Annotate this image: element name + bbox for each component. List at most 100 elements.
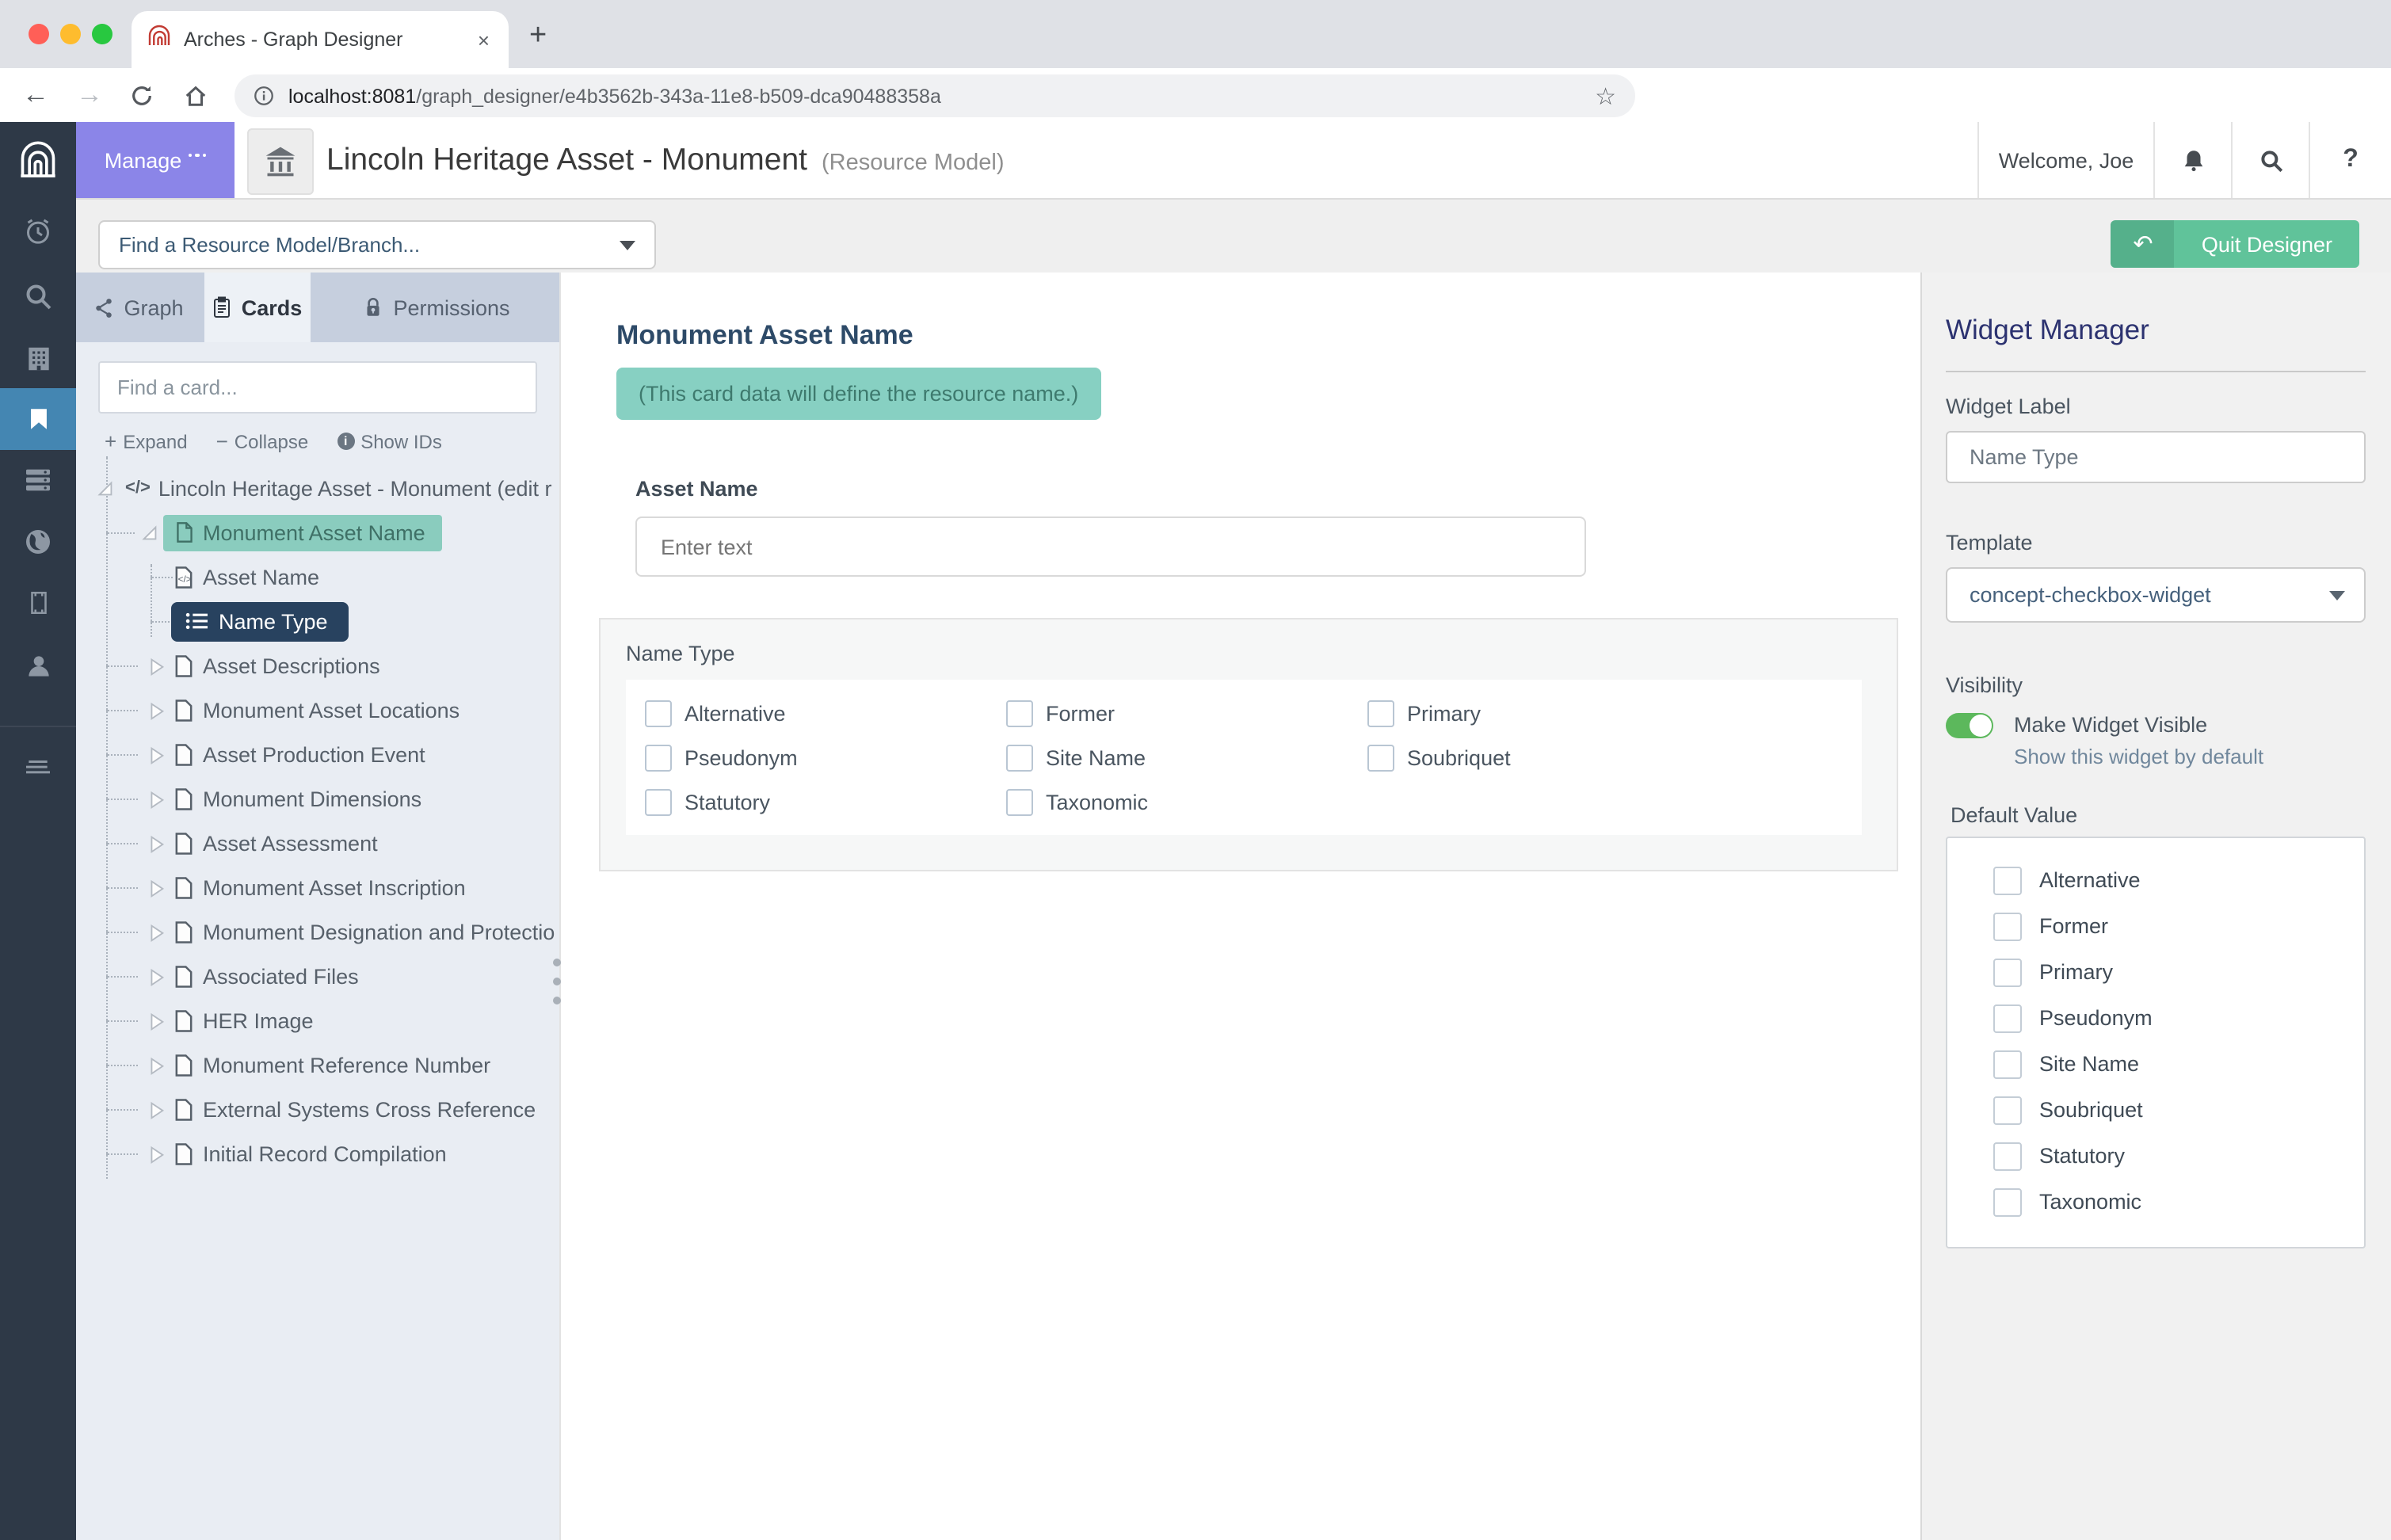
tab-graph[interactable]: Graph xyxy=(76,273,201,342)
tree-node-selected-widget[interactable]: Name Type xyxy=(76,599,559,643)
option-checkbox[interactable]: Taxonomic xyxy=(1006,789,1367,816)
checkbox-icon[interactable] xyxy=(1993,912,2022,940)
checkbox-icon[interactable] xyxy=(1993,1187,2022,1216)
option-checkbox[interactable]: Former xyxy=(1006,700,1367,727)
graph-designer-bookmark-icon[interactable] xyxy=(0,388,76,448)
tab-cards[interactable]: Cards xyxy=(204,273,311,342)
option-checkbox[interactable]: Primary xyxy=(1367,700,1862,727)
tree-node-card[interactable]: HER Image xyxy=(76,998,559,1043)
option-checkbox[interactable]: Soubriquet xyxy=(1367,745,1862,772)
checkbox-icon[interactable] xyxy=(1006,789,1033,816)
checkbox-icon[interactable] xyxy=(1993,1142,2022,1170)
globe-nav-icon[interactable] xyxy=(0,512,76,572)
default-option-checkbox[interactable]: Former xyxy=(1993,903,2364,949)
search-nav-icon[interactable] xyxy=(0,266,76,326)
option-checkbox[interactable]: Statutory xyxy=(645,789,1006,816)
notifications-button[interactable] xyxy=(2153,122,2231,198)
checkbox-icon[interactable] xyxy=(1993,1050,2022,1078)
expander-collapsed-icon[interactable] xyxy=(146,966,166,986)
arches-logo-icon[interactable] xyxy=(0,130,76,190)
search-button[interactable] xyxy=(2231,122,2309,198)
expander-collapsed-icon[interactable] xyxy=(146,788,166,809)
widget-label-input[interactable]: Name Type xyxy=(1946,431,2366,483)
template-select[interactable]: concept-checkbox-widget xyxy=(1946,567,2366,623)
back-icon[interactable]: ← xyxy=(22,68,49,122)
expander-collapsed-icon[interactable] xyxy=(146,877,166,898)
expander-collapsed-icon[interactable] xyxy=(146,1010,166,1031)
default-option-checkbox[interactable]: Primary xyxy=(1993,949,2364,995)
tree-node-asset-name[interactable]: </> Asset Name xyxy=(76,555,559,599)
checkbox-icon[interactable] xyxy=(1993,958,2022,986)
menu-lines-icon[interactable] xyxy=(0,738,76,799)
option-checkbox[interactable]: Alternative xyxy=(645,700,1006,727)
expander-collapsed-icon[interactable] xyxy=(146,699,166,720)
default-option-checkbox[interactable]: Taxonomic xyxy=(1993,1179,2364,1225)
recent-activity-icon[interactable] xyxy=(0,201,76,261)
tree-node-card[interactable]: Associated Files xyxy=(76,954,559,998)
quit-designer-button[interactable]: ↶ Quit Designer xyxy=(2111,220,2359,268)
tree-node-card[interactable]: Monument Asset Inscription xyxy=(76,865,559,909)
visibility-toggle[interactable] xyxy=(1946,713,1993,738)
expander-collapsed-icon[interactable] xyxy=(146,1099,166,1119)
checkbox-icon[interactable] xyxy=(1993,1096,2022,1124)
asset-name-input[interactable] xyxy=(635,517,1586,577)
expander-collapsed-icon[interactable] xyxy=(146,921,166,942)
checkbox-icon[interactable] xyxy=(645,745,672,772)
tree-node-card[interactable]: Initial Record Compilation xyxy=(76,1131,559,1176)
server-stack-icon[interactable] xyxy=(0,450,76,510)
tree-node-card[interactable]: Monument Asset Locations xyxy=(76,688,559,732)
tree-node-card[interactable]: Monument Designation and Protectio xyxy=(76,909,559,954)
default-option-checkbox[interactable]: Soubriquet xyxy=(1993,1087,2364,1133)
bookmark-star-icon[interactable]: ☆ xyxy=(1595,82,1616,110)
macos-zoom-button[interactable] xyxy=(92,24,112,44)
expander-open-icon[interactable] xyxy=(139,522,160,543)
collapse-all-button[interactable]: − Collapse xyxy=(216,429,309,453)
tree-node-card[interactable]: Asset Assessment xyxy=(76,821,559,865)
checkbox-icon[interactable] xyxy=(645,789,672,816)
checkbox-icon[interactable] xyxy=(645,700,672,727)
expander-collapsed-icon[interactable] xyxy=(146,744,166,764)
tree-node-card[interactable]: Monument Dimensions xyxy=(76,776,559,821)
forward-icon[interactable]: → xyxy=(76,68,103,122)
tree-node-card[interactable]: Asset Descriptions xyxy=(76,643,559,688)
macos-minimize-button[interactable] xyxy=(60,24,81,44)
expander-collapsed-icon[interactable] xyxy=(146,833,166,853)
checkbox-icon[interactable] xyxy=(1006,700,1033,727)
expander-collapsed-icon[interactable] xyxy=(146,655,166,676)
reload-icon[interactable] xyxy=(130,68,154,122)
new-tab-button[interactable]: + xyxy=(529,21,547,51)
tab-permissions[interactable]: Permissions xyxy=(314,273,559,342)
tab-close-icon[interactable]: × xyxy=(475,28,493,51)
ticket-nav-icon[interactable] xyxy=(0,572,76,632)
macos-close-button[interactable] xyxy=(29,24,49,44)
default-option-checkbox[interactable]: Alternative xyxy=(1993,857,2364,903)
tree-node-card[interactable]: Asset Production Event xyxy=(76,732,559,776)
tree-node-selected-card[interactable]: Monument Asset Name xyxy=(76,510,559,555)
checkbox-icon[interactable] xyxy=(1367,700,1394,727)
tree-node-card[interactable]: Monument Reference Number xyxy=(76,1043,559,1087)
expander-open-icon[interactable] xyxy=(95,478,116,498)
show-ids-button[interactable]: i Show IDs xyxy=(337,430,442,452)
checkbox-icon[interactable] xyxy=(1993,866,2022,894)
find-card-input[interactable]: Find a card... xyxy=(98,361,537,414)
expand-all-button[interactable]: + Expand xyxy=(105,429,188,453)
browser-tab[interactable]: Arches - Graph Designer × xyxy=(132,11,509,68)
expander-collapsed-icon[interactable] xyxy=(146,1054,166,1075)
home-icon[interactable] xyxy=(184,68,208,122)
welcome-user[interactable]: Welcome, Joe xyxy=(1977,122,2153,198)
checkbox-icon[interactable] xyxy=(1006,745,1033,772)
checkbox-icon[interactable] xyxy=(1993,1004,2022,1032)
find-model-dropdown[interactable]: Find a Resource Model/Branch... xyxy=(98,220,656,269)
profile-nav-icon[interactable] xyxy=(0,635,76,696)
default-option-checkbox[interactable]: Pseudonym xyxy=(1993,995,2364,1041)
resource-manager-icon[interactable] xyxy=(0,328,76,388)
help-button[interactable]: ? xyxy=(2309,122,2391,198)
tree-root-node[interactable]: </> Lincoln Heritage Asset - Monument (e… xyxy=(76,466,559,510)
expander-collapsed-icon[interactable] xyxy=(146,1143,166,1164)
url-bar[interactable]: localhost:8081/graph_designer/e4b3562b-3… xyxy=(235,74,1635,117)
site-info-icon[interactable] xyxy=(254,86,274,106)
option-checkbox[interactable]: Site Name xyxy=(1006,745,1367,772)
panel-resize-handle[interactable] xyxy=(553,947,561,1016)
option-checkbox[interactable]: Pseudonym xyxy=(645,745,1006,772)
checkbox-icon[interactable] xyxy=(1367,745,1394,772)
